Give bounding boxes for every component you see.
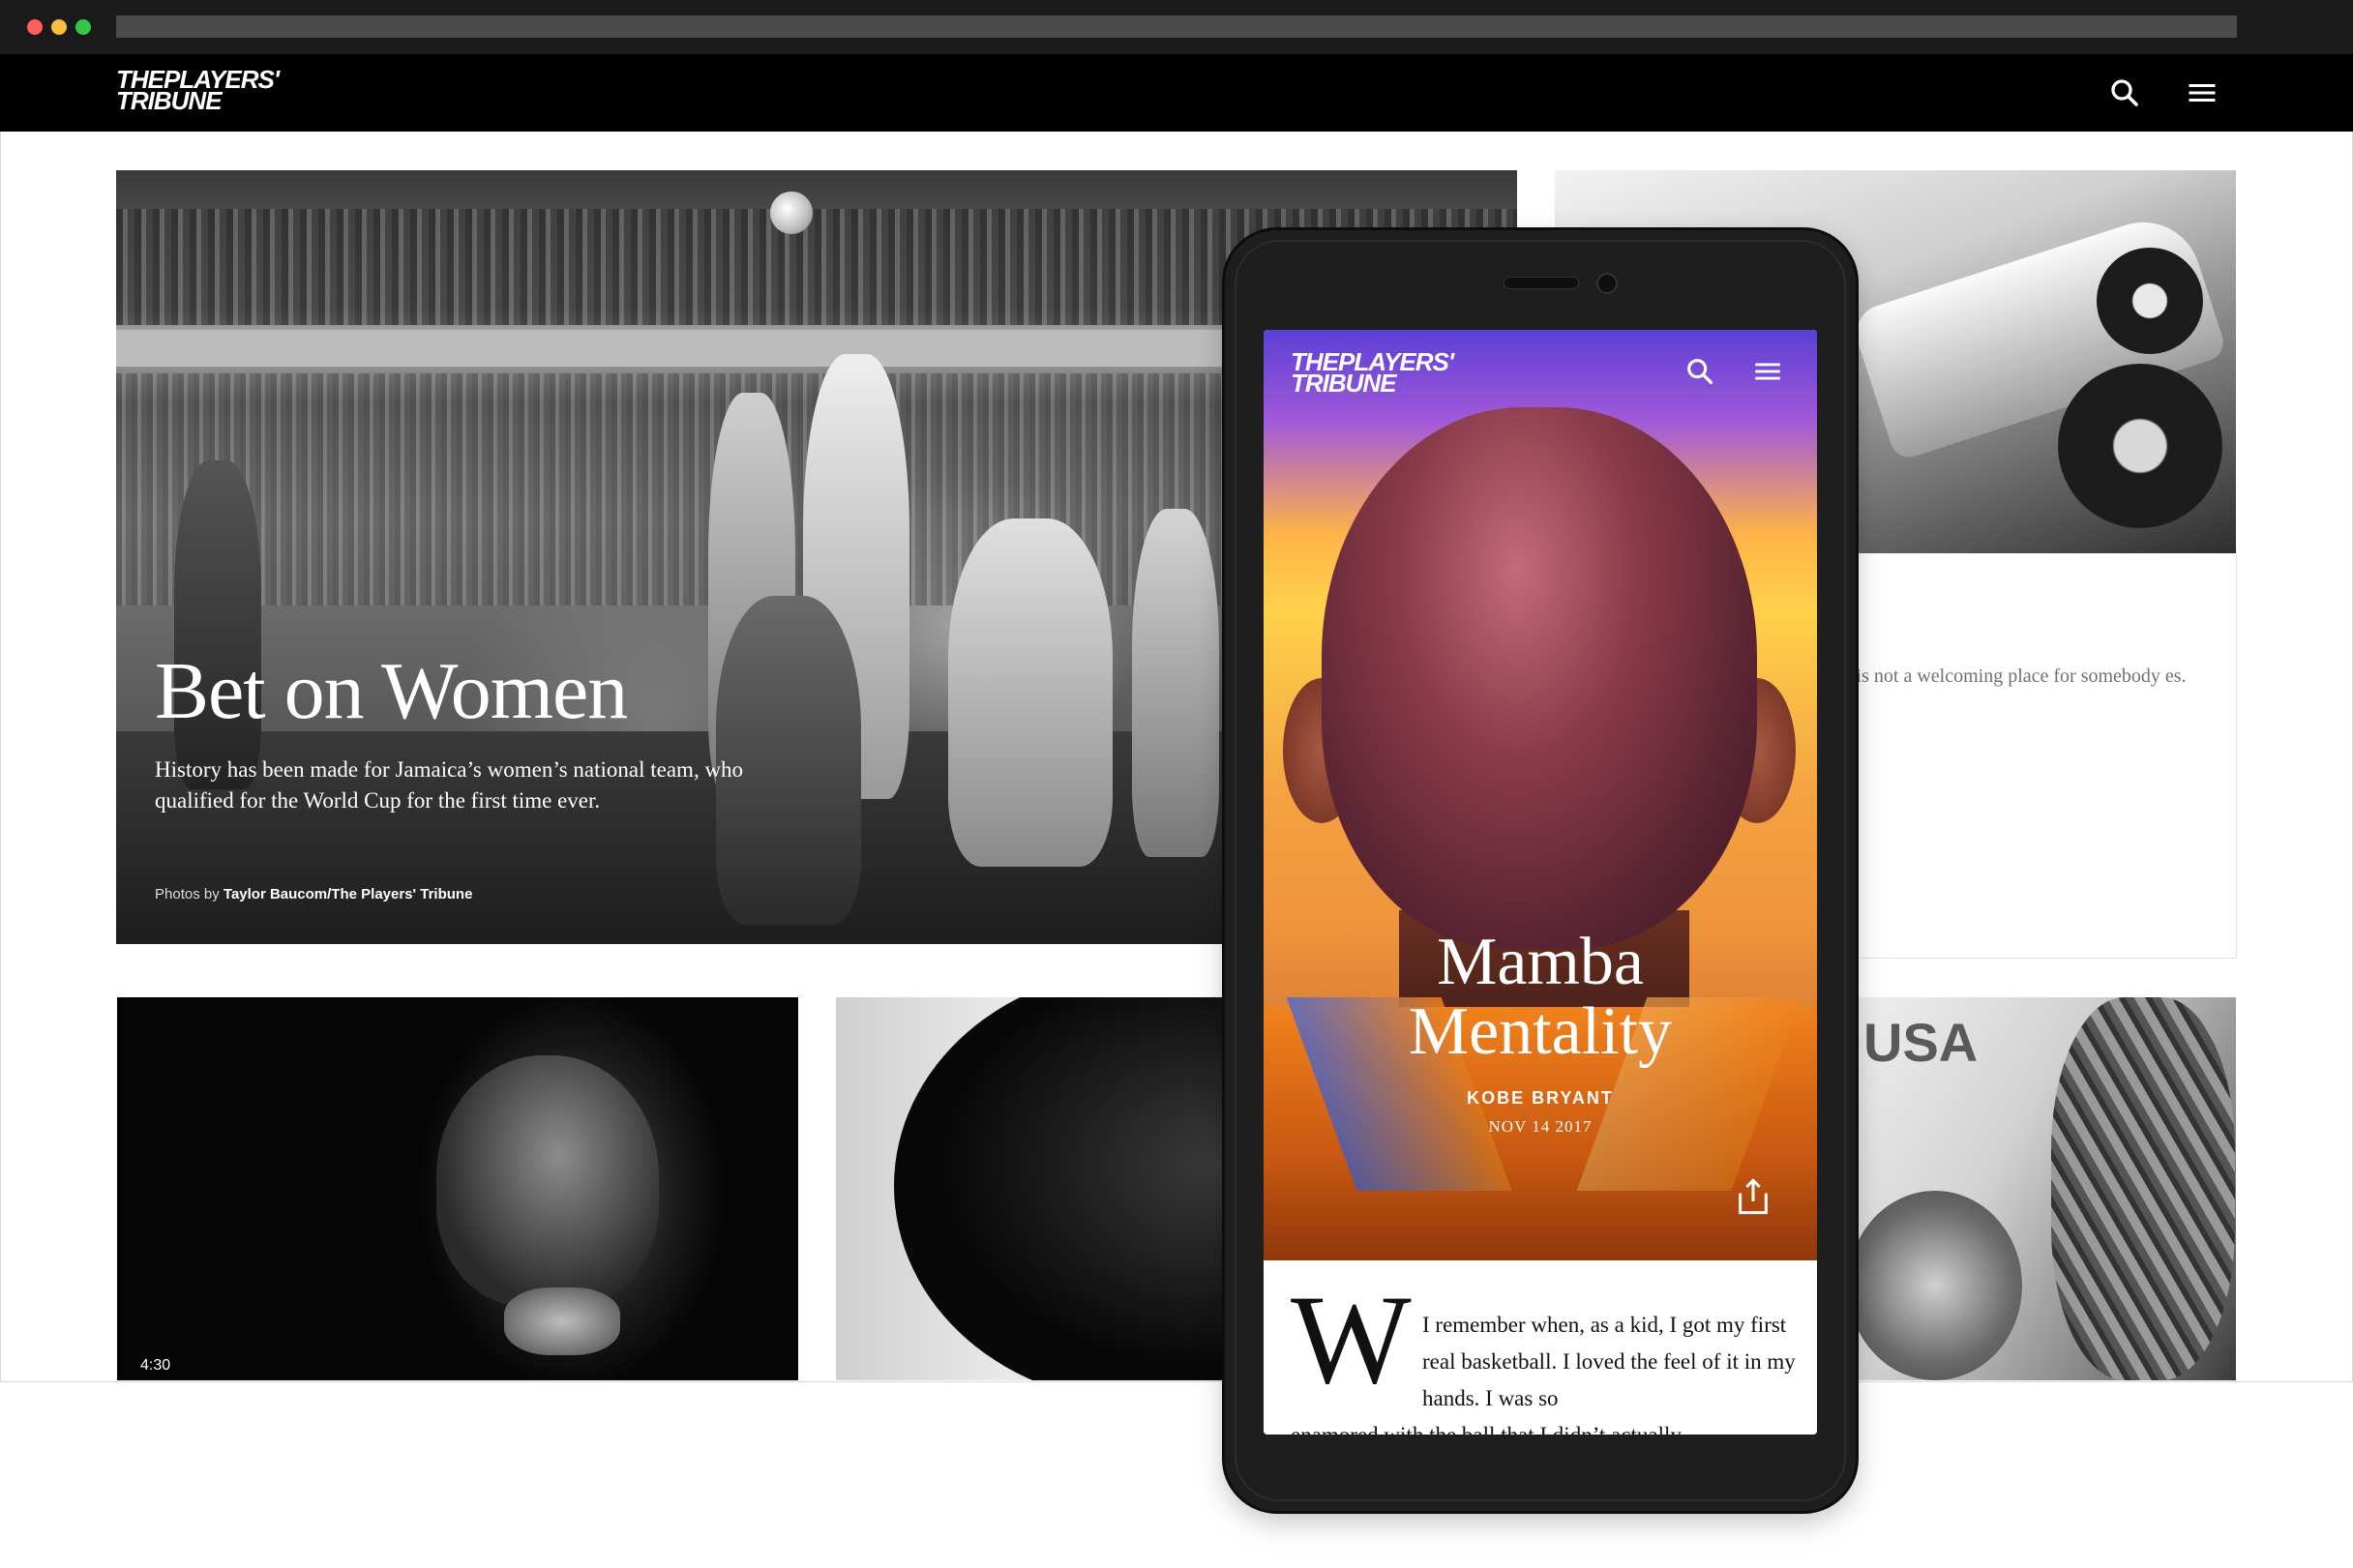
article-author[interactable]: KOBE BRYANT: [1264, 1088, 1817, 1109]
maximize-window-button[interactable]: [75, 19, 91, 35]
title-line-2: Mentality: [1408, 994, 1673, 1069]
close-window-button[interactable]: [27, 19, 43, 35]
article-paragraph: I remember when, as a kid, I got my firs…: [1422, 1313, 1796, 1410]
hero-subtitle: History has been made for Jamaica’s wome…: [155, 757, 744, 813]
portrait-image: [436, 1055, 659, 1307]
site-header: THEPLAYERS' TRIBUNE: [0, 54, 2353, 132]
usa-story-card[interactable]: USA: [1848, 997, 2236, 1380]
portrait-hand: [504, 1287, 620, 1355]
mobile-hero[interactable]: THEPLAYERS' TRIBUNE Mamba Mentality KOBE…: [1264, 330, 1817, 1260]
drop-cap: W: [1291, 1268, 1412, 1410]
photo-credit-name[interactable]: Taylor Baucom/The Players' Tribune: [223, 886, 473, 902]
photo-credit: Photos by Taylor Baucom/The Players' Tri…: [155, 886, 472, 902]
article-date: NOV 14 2017: [1488, 1117, 1593, 1136]
menu-icon[interactable]: [1751, 355, 1784, 388]
basketball-image: [770, 192, 813, 234]
player-figure: [174, 460, 261, 789]
story-excerpt: t is not a welcoming place for somebody …: [1846, 666, 2187, 687]
tattoo-arm-image: [2051, 997, 2235, 1380]
hero-title[interactable]: Bet on Women: [155, 644, 628, 738]
phone-mockup: THEPLAYERS' TRIBUNE Mamba Mentality KOBE…: [1225, 230, 1856, 1511]
mobile-article-title[interactable]: Mamba Mentality: [1264, 928, 1817, 1067]
title-line-1: Mamba: [1437, 925, 1644, 999]
article-paragraph-continued: enamored with the ball that I didn’t act…: [1291, 1417, 1813, 1435]
video-story-card[interactable]: 4:30: [117, 997, 798, 1380]
portrait-head: [1322, 407, 1757, 949]
phone-speaker: [1504, 277, 1579, 289]
minimize-window-button[interactable]: [51, 19, 67, 35]
share-icon[interactable]: [1734, 1175, 1772, 1218]
tire-image: [2058, 364, 2222, 528]
browser-chrome: [0, 0, 2353, 54]
video-duration: 4:30: [140, 1357, 171, 1374]
address-bar[interactable]: [116, 15, 2237, 38]
search-icon[interactable]: [2107, 75, 2142, 110]
mobile-article-body: W I remember when, as a kid, I got my fi…: [1264, 1260, 1817, 1435]
phone-camera: [1596, 273, 1618, 294]
player-figure: [1132, 509, 1219, 857]
athlete-head-image: [1848, 1191, 2022, 1380]
menu-icon[interactable]: [2185, 75, 2219, 110]
mobile-screen: THEPLAYERS' TRIBUNE Mamba Mentality KOBE…: [1264, 330, 1817, 1435]
jersey-lettering: USA: [1863, 1012, 1979, 1073]
search-icon[interactable]: [1683, 355, 1716, 388]
photo-credit-prefix: Photos by: [155, 886, 220, 902]
tire-image: [2097, 248, 2203, 354]
mobile-logo[interactable]: THEPLAYERS' TRIBUNE: [1291, 349, 1454, 396]
site-logo[interactable]: THEPLAYERS' TRIBUNE: [116, 67, 280, 113]
player-figure: [948, 518, 1113, 867]
